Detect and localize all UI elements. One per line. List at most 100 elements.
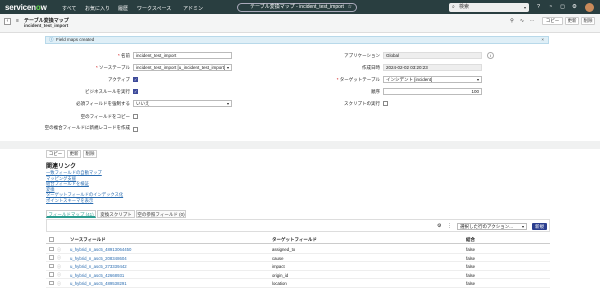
footer-copy-button[interactable]: コピー — [46, 150, 65, 158]
name-field[interactable]: incident_test_import — [133, 52, 232, 59]
tab-field-maps[interactable]: フィールドマップ (41) — [46, 210, 96, 218]
related-link-show-schema[interactable]: ポイントスキーマを表示 — [46, 198, 93, 204]
run-script-label: スクリプトの実行 — [344, 101, 380, 106]
source-field-cell[interactable]: u_hybrid_n_asc5_208348604 — [70, 256, 127, 261]
nav-admin[interactable]: アドミン — [183, 5, 203, 12]
global-search-input[interactable]: ⌕ 検索 ▾ — [449, 3, 529, 12]
nav-history[interactable]: 履歴 — [118, 5, 128, 12]
chevron-down-icon: ▾ — [226, 101, 229, 106]
info-icon[interactable]: ⓘ — [57, 255, 61, 261]
more-options-icon[interactable]: ⋮ — [447, 223, 452, 229]
copy-empty-fields-label: 空のフィールドをコピー — [80, 114, 130, 119]
delete-button[interactable]: 削除 — [581, 16, 595, 25]
info-icon[interactable]: ⓘ — [57, 264, 61, 270]
order-field[interactable]: 100 — [383, 88, 482, 95]
run-business-rules-checkbox[interactable]: ✓ — [133, 88, 138, 94]
coalesce-cell: false — [466, 247, 476, 252]
notification-icon[interactable]: ◔ — [547, 4, 554, 11]
create-new-record-checkbox[interactable] — [133, 126, 138, 132]
top-navigation-bar: servicenow すべて お気に入り 履歴 ワークスペース アドミン テーブ… — [0, 0, 600, 14]
copy-button[interactable]: コピー — [542, 16, 563, 25]
servicenow-logo[interactable]: servicenow — [5, 3, 47, 12]
run-script-checkbox[interactable] — [383, 100, 388, 106]
column-header-source-field[interactable]: ソースフィールド — [70, 237, 106, 243]
form-subtitle: incident_test_import — [24, 23, 69, 28]
tab-empty-reference-fields[interactable]: 空の参照フィールド (0) — [136, 210, 186, 218]
info-icon: ⓘ — [49, 37, 54, 42]
chevron-down-icon: ▾ — [523, 5, 526, 10]
more-options-icon[interactable]: ⋯ — [528, 17, 536, 25]
chat-icon[interactable]: ◻ — [559, 4, 566, 11]
help-icon[interactable]: ? — [535, 4, 542, 11]
source-field-cell[interactable]: u_hybrid_n_asc5_489538291 — [70, 281, 127, 286]
info-icon[interactable]: ⓘ — [57, 281, 61, 287]
activity-icon[interactable]: ∿ — [518, 17, 526, 25]
active-checkbox[interactable]: ✓ — [133, 76, 138, 82]
row-checkbox[interactable] — [49, 280, 54, 285]
info-message: ⓘ Field maps created × — [45, 36, 549, 44]
coalesce-cell: false — [466, 272, 476, 278]
column-header-coalesce[interactable]: 結合 — [466, 237, 475, 243]
source-field-cell[interactable]: u_hybrid_n_asc5_42668931 — [70, 273, 124, 278]
row-checkbox[interactable] — [49, 246, 54, 251]
footer-delete-button[interactable]: 削除 — [83, 150, 97, 158]
nav-favorites[interactable]: お気に入り — [85, 5, 110, 12]
context-title-pill[interactable]: テーブル変換マップ - incident_test_import ☆ — [237, 3, 357, 12]
run-business-rules-label: ビジネスルールを実行 — [85, 89, 130, 94]
enforce-mandatory-select[interactable]: いいえ ▾ — [133, 100, 232, 107]
update-button[interactable]: 更新 — [565, 16, 579, 25]
star-icon[interactable]: ☆ — [348, 4, 352, 11]
info-message-text: Field maps created — [56, 37, 95, 42]
menu-icon[interactable]: ≡ — [14, 18, 21, 25]
chevron-down-icon: ▾ — [521, 223, 524, 229]
coalesce-cell: false — [466, 264, 476, 269]
table-row: ⓘ u_hybrid_n_asc5_48913064450 assigned_t… — [46, 245, 550, 254]
column-header-target-field[interactable]: ターゲットフィールド — [272, 237, 317, 243]
table-row: ⓘ u_hybrid_n_asc5_42668931 origin_id fal… — [46, 271, 550, 279]
chevron-down-icon: ▾ — [226, 65, 229, 70]
target-table-select[interactable]: インシデント [incident] ▾ — [383, 76, 482, 83]
target-field-cell: location — [272, 281, 287, 286]
table-header: ソースフィールド ターゲットフィールド 結合 — [46, 234, 550, 244]
settings-icon[interactable]: ⚙ — [437, 223, 441, 229]
created-field: 2024-02-02 03:20:23 — [383, 64, 482, 71]
table-row: ⓘ u_hybrid_n_asc5_208348604 cause false — [46, 254, 550, 262]
new-button[interactable]: 新規 — [532, 222, 547, 230]
source-table-select[interactable]: incident_test_import [u_incident_test_im… — [133, 64, 232, 71]
row-checkbox[interactable] — [49, 255, 54, 260]
related-links-title: 関連リンク — [46, 164, 77, 170]
copy-empty-fields-checkbox[interactable] — [133, 113, 138, 119]
row-action-select[interactable]: 選択した行のアクション... ▾ — [457, 222, 527, 230]
avatar[interactable] — [585, 2, 594, 12]
table-row: ⓘ u_hybrid_n_asc5_489538291 location fal… — [46, 279, 550, 288]
list-toolbar: ⚙ ⋮ 選択した行のアクション... ▾ 新規 — [46, 219, 550, 232]
tab-transform-scripts[interactable]: 変換スクリプト — [97, 210, 135, 218]
row-checkbox[interactable] — [49, 272, 54, 277]
coalesce-cell: false — [466, 281, 476, 286]
chevron-down-icon: ▾ — [476, 77, 479, 82]
target-field-cell: origin_id — [272, 272, 289, 278]
row-checkbox[interactable] — [49, 263, 54, 268]
created-label: 作成日時 — [362, 65, 380, 70]
info-icon[interactable]: i — [487, 52, 494, 59]
nav-all[interactable]: すべて — [62, 5, 76, 12]
name-label: * 名前 — [117, 53, 130, 58]
source-field-cell[interactable]: u_hybrid_n_asc5_48913064450 — [70, 247, 131, 252]
nav-workspaces[interactable]: ワークスペース — [137, 5, 171, 12]
footer-update-button[interactable]: 更新 — [67, 150, 81, 158]
select-all-checkbox[interactable] — [49, 237, 54, 242]
back-button[interactable]: ‹ — [4, 18, 11, 25]
info-icon[interactable]: ⓘ — [57, 272, 61, 278]
search-placeholder: 検索 — [459, 4, 470, 10]
enforce-mandatory-label: 必須フィールドを強制する — [76, 101, 130, 106]
coalesce-cell: false — [466, 255, 476, 261]
source-field-cell[interactable]: u_hybrid_n_asc5_273339442 — [70, 264, 127, 269]
close-icon[interactable]: × — [541, 37, 544, 43]
info-icon[interactable]: ⓘ — [57, 247, 61, 253]
search-icon: ⌕ — [452, 4, 455, 10]
target-field-cell: assigned_to — [272, 247, 296, 252]
attachment-icon[interactable]: ⚲ — [508, 17, 516, 25]
settings-icon[interactable]: ⚙ — [571, 4, 578, 11]
context-title: テーブル変換マップ - incident_test_import — [250, 4, 344, 10]
table-row: ⓘ u_hybrid_n_asc5_273339442 impact false — [46, 262, 550, 271]
